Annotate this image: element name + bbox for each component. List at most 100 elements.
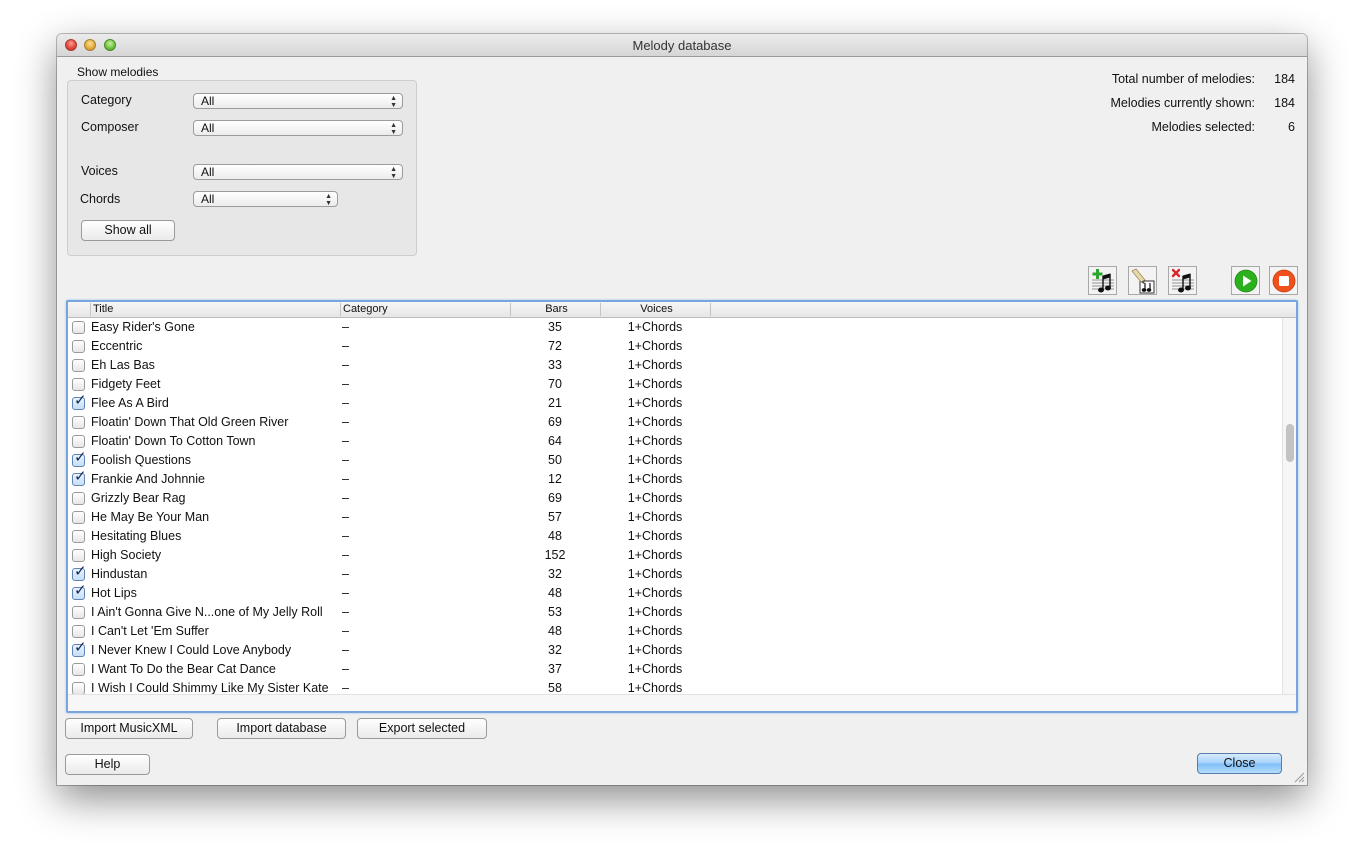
cell-title: Fidgety Feet — [91, 377, 161, 391]
table-row[interactable]: ✓ I Never Knew I Could Love Anybody – 32 1+C… — [68, 640, 1282, 660]
row-checkbox[interactable] — [72, 625, 85, 638]
shown-melodies-label: Melodies currently shown: — [1110, 96, 1255, 110]
row-checkbox[interactable] — [72, 321, 85, 334]
table-row[interactable]: I Want To Do the Bear Cat Dance – 37 1+Chor… — [68, 660, 1282, 679]
row-checkbox[interactable] — [72, 416, 85, 429]
play-button[interactable] — [1231, 266, 1260, 295]
row-checkbox[interactable]: ✓ — [72, 469, 87, 486]
cell-category: – — [342, 681, 349, 695]
table-row[interactable]: ✓ Foolish Questions – 50 1+Chords — [68, 450, 1282, 470]
voices-select[interactable]: All ▲ ▼ — [193, 164, 403, 180]
row-checkbox[interactable]: ✓ — [72, 640, 87, 657]
cell-bars: 152 — [544, 548, 566, 562]
row-checkbox[interactable] — [72, 549, 85, 562]
shown-melodies-value: 184 — [1274, 96, 1295, 110]
row-checkbox[interactable] — [72, 530, 85, 543]
cell-title: Hesitating Blues — [91, 529, 182, 543]
table-row[interactable]: ✓ Hindustan – 32 1+Chords — [68, 564, 1282, 584]
column-header-voices[interactable]: Voices — [600, 303, 710, 316]
column-header-title[interactable]: Title — [90, 303, 340, 316]
total-melodies-label: Total number of melodies: — [1111, 72, 1255, 86]
table-row[interactable]: I Ain't Gonna Give N...one of My Jelly R… — [68, 603, 1282, 622]
row-checkbox[interactable] — [72, 606, 85, 619]
delete-melody-button[interactable] — [1168, 266, 1197, 295]
chords-select[interactable]: All ▲ ▼ — [193, 191, 338, 207]
table-row[interactable]: I Can't Let 'Em Suffer – 48 1+Chords — [68, 622, 1282, 641]
checkmark-icon: ✓ — [74, 563, 87, 580]
export-selected-button[interactable]: Export selected — [357, 718, 487, 739]
stop-icon — [1272, 269, 1295, 292]
table-row[interactable]: Eh Las Bas – 33 1+Chords — [68, 356, 1282, 375]
cell-title: Grizzly Bear Rag — [91, 491, 186, 505]
help-button[interactable]: Help — [65, 754, 150, 775]
cell-title: I Ain't Gonna Give N...one of My Jelly R… — [91, 605, 323, 619]
row-checkbox[interactable] — [72, 378, 85, 391]
table-row[interactable]: Eccentric – 72 1+Chords — [68, 337, 1282, 356]
row-checkbox[interactable]: ✓ — [72, 564, 87, 581]
selected-melodies-value: 6 — [1288, 120, 1295, 134]
cell-category: – — [342, 415, 349, 429]
table-row[interactable]: ✓ Hot Lips – 48 1+Chords — [68, 583, 1282, 603]
composer-select[interactable]: All ▲ ▼ — [193, 120, 403, 136]
table-row[interactable]: High Society – 152 1+Chords — [68, 546, 1282, 565]
checkmark-icon: ✓ — [74, 639, 87, 656]
select-arrows-icon: ▲ ▼ — [325, 193, 332, 207]
category-value: All — [201, 94, 215, 108]
column-header-spacer — [710, 303, 720, 316]
checkmark-icon: ✓ — [74, 582, 87, 599]
table-row[interactable]: Easy Rider's Gone – 35 1+Chords — [68, 318, 1282, 337]
cell-title: Hot Lips — [91, 586, 137, 600]
vertical-scrollbar[interactable] — [1282, 318, 1296, 695]
table-row[interactable]: He May Be Your Man – 57 1+Chords — [68, 508, 1282, 527]
stop-button[interactable] — [1269, 266, 1298, 295]
table-row[interactable]: ✓ Frankie And Johnnie – 12 1+Chords — [68, 469, 1282, 489]
cell-voices: 1+Chords — [627, 643, 683, 657]
cell-bars: 69 — [548, 491, 562, 505]
cell-voices: 1+Chords — [627, 567, 683, 581]
add-melody-button[interactable] — [1088, 266, 1117, 295]
table-row[interactable]: ✓ Flee As A Bird – 21 1+Chords — [68, 393, 1282, 413]
cell-bars: 37 — [548, 662, 562, 676]
edit-melody-button[interactable] — [1128, 266, 1157, 295]
window-title: Melody database — [632, 38, 732, 53]
row-checkbox[interactable] — [72, 359, 85, 372]
cell-bars: 72 — [548, 339, 562, 353]
table-row[interactable]: Hesitating Blues – 48 1+Chords — [68, 527, 1282, 546]
cell-category: – — [342, 396, 349, 410]
cell-category: – — [342, 434, 349, 448]
play-icon — [1234, 269, 1257, 292]
composer-value: All — [201, 121, 215, 135]
filter-panel: Category All ▲ ▼ Composer All ▲ ▼ Voices A… — [67, 80, 417, 256]
table-row[interactable]: Floatin' Down To Cotton Town – 64 1+Chords — [68, 432, 1282, 451]
close-button[interactable]: Close — [1197, 753, 1282, 774]
row-checkbox[interactable] — [72, 435, 85, 448]
cell-category: – — [342, 586, 349, 600]
row-checkbox[interactable]: ✓ — [72, 393, 87, 410]
resize-grip-icon[interactable] — [1293, 771, 1305, 783]
row-checkbox[interactable] — [72, 511, 85, 524]
column-header-category[interactable]: Category — [340, 303, 510, 316]
row-checkbox[interactable] — [72, 663, 85, 676]
row-checkbox[interactable] — [72, 492, 85, 505]
category-select[interactable]: All ▲ ▼ — [193, 93, 403, 109]
cell-bars: 35 — [548, 320, 562, 334]
cell-category: – — [342, 377, 349, 391]
import-database-button[interactable]: Import database — [217, 718, 346, 739]
cell-bars: 21 — [548, 396, 562, 410]
cell-bars: 48 — [548, 586, 562, 600]
import-musicxml-button[interactable]: Import MusicXML — [65, 718, 193, 739]
title-bar[interactable]: Melody database — [57, 34, 1307, 57]
column-header-bars[interactable]: Bars — [510, 303, 600, 316]
row-checkbox[interactable] — [72, 340, 85, 353]
table-row[interactable]: Floatin' Down That Old Green River – 69 1+C… — [68, 413, 1282, 432]
cell-bars: 32 — [548, 643, 562, 657]
row-checkbox[interactable]: ✓ — [72, 450, 87, 467]
cell-title: He May Be Your Man — [91, 510, 210, 524]
table-row[interactable]: Fidgety Feet – 70 1+Chords — [68, 375, 1282, 394]
row-checkbox[interactable]: ✓ — [72, 583, 87, 600]
table-row[interactable]: Grizzly Bear Rag – 69 1+Chords — [68, 489, 1282, 508]
table-row[interactable]: I Wish I Could Shimmy Like My Sister Kat… — [68, 679, 1282, 695]
vertical-scrollbar-thumb[interactable] — [1286, 424, 1294, 462]
show-all-button[interactable]: Show all — [81, 220, 175, 241]
cell-voices: 1+Chords — [627, 681, 683, 695]
